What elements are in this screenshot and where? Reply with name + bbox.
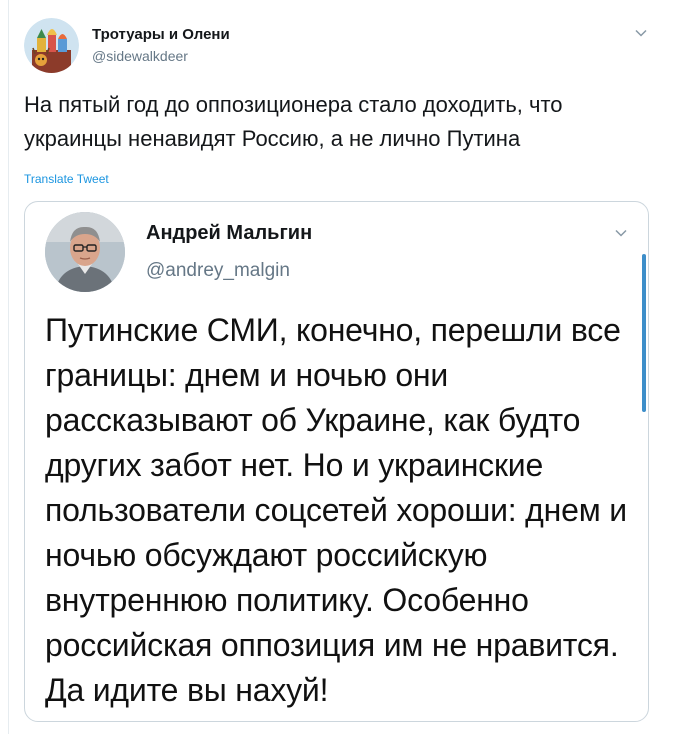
person-photo-avatar[interactable] xyxy=(45,212,125,292)
scrollbar[interactable] xyxy=(642,254,646,412)
user-handle[interactable]: @sidewalkdeer xyxy=(92,48,188,64)
translate-tweet-link[interactable]: Translate Tweet xyxy=(24,172,109,186)
quoted-display-name[interactable]: Андрей Мальгин xyxy=(146,222,312,245)
kremlin-avatar-icon[interactable] xyxy=(24,18,79,73)
chevron-down-icon[interactable] xyxy=(634,26,648,40)
quoted-tweet-text: Путинские СМИ, конечно, перешли все гран… xyxy=(45,312,627,708)
quoted-user-handle[interactable]: @andrey_malgin xyxy=(146,260,290,282)
tweet-text: На пятый год до оппозиционера стало дохо… xyxy=(24,92,563,151)
tweet-card: Тротуары и Олени @sidewalkdeer На пятый … xyxy=(0,0,674,734)
tweet-header: Тротуары и Олени @sidewalkdeer xyxy=(24,16,654,76)
quoted-tweet[interactable]: Андрей Мальгин @andrey_malgin Путинские … xyxy=(24,201,649,722)
chevron-down-icon[interactable] xyxy=(614,226,628,240)
display-name[interactable]: Тротуары и Олени xyxy=(92,26,230,43)
timeline-divider xyxy=(8,0,9,734)
